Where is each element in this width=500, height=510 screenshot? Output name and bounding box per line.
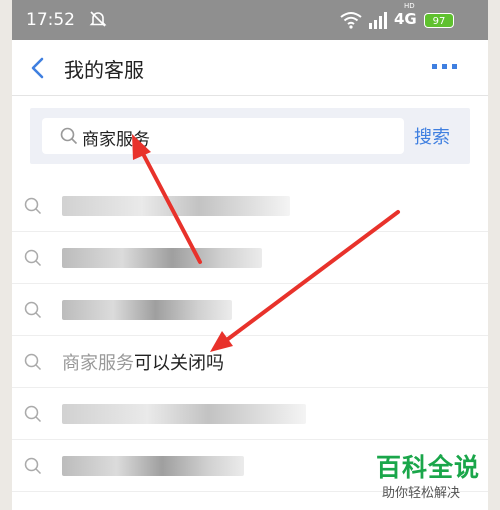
search-icon xyxy=(24,405,42,423)
suggestion-item[interactable] xyxy=(12,180,488,232)
wifi-icon xyxy=(340,12,362,29)
suggestion-item[interactable]: 商家服务可以关闭吗 xyxy=(12,336,488,388)
app-header: 我的客服 xyxy=(12,40,488,96)
watermark-logo: 百科全说 助你轻松解决 xyxy=(360,448,500,510)
signal-icon xyxy=(369,12,387,29)
suggestion-text: 商家服务可以关闭吗 xyxy=(62,349,224,375)
redacted-text xyxy=(62,196,290,216)
phone-screen: 17:52 HD 4G 97 我的客服 商家服务 搜索 商家服务可以关闭吗 xyxy=(12,0,488,510)
suggestion-item[interactable] xyxy=(12,388,488,440)
watermark-title: 百科全说 xyxy=(376,453,481,482)
search-icon xyxy=(24,301,42,319)
search-button[interactable]: 搜索 xyxy=(414,123,450,149)
suggestion-list: 商家服务可以关闭吗 xyxy=(12,180,488,492)
status-time: 17:52 xyxy=(26,10,75,30)
suggestion-item[interactable] xyxy=(12,232,488,284)
search-bar: 商家服务 搜索 xyxy=(30,108,470,164)
redacted-text xyxy=(62,300,232,320)
redacted-text xyxy=(62,404,306,424)
search-query: 商家服务 xyxy=(82,130,150,150)
suggestion-rest: 可以关闭吗 xyxy=(134,353,224,374)
redacted-text xyxy=(62,456,244,476)
redacted-text xyxy=(62,248,262,268)
suggestion-match: 商家服务 xyxy=(62,353,134,374)
more-icon[interactable] xyxy=(430,62,460,72)
search-input[interactable]: 商家服务 xyxy=(42,118,404,154)
do-not-disturb-icon xyxy=(89,11,107,27)
status-bar: 17:52 HD 4G 97 xyxy=(12,0,488,40)
search-icon xyxy=(24,249,42,267)
suggestion-item[interactable] xyxy=(12,284,488,336)
search-icon xyxy=(24,353,42,371)
battery-icon: 97 xyxy=(424,13,454,28)
watermark-subtitle: 助你轻松解决 xyxy=(382,486,461,501)
search-icon xyxy=(24,457,42,475)
hd-indicator: HD xyxy=(404,2,415,10)
search-icon xyxy=(60,127,78,145)
search-icon xyxy=(24,197,42,215)
back-icon[interactable] xyxy=(28,56,48,80)
page-title: 我的客服 xyxy=(64,58,144,82)
network-type: 4G xyxy=(394,10,417,28)
